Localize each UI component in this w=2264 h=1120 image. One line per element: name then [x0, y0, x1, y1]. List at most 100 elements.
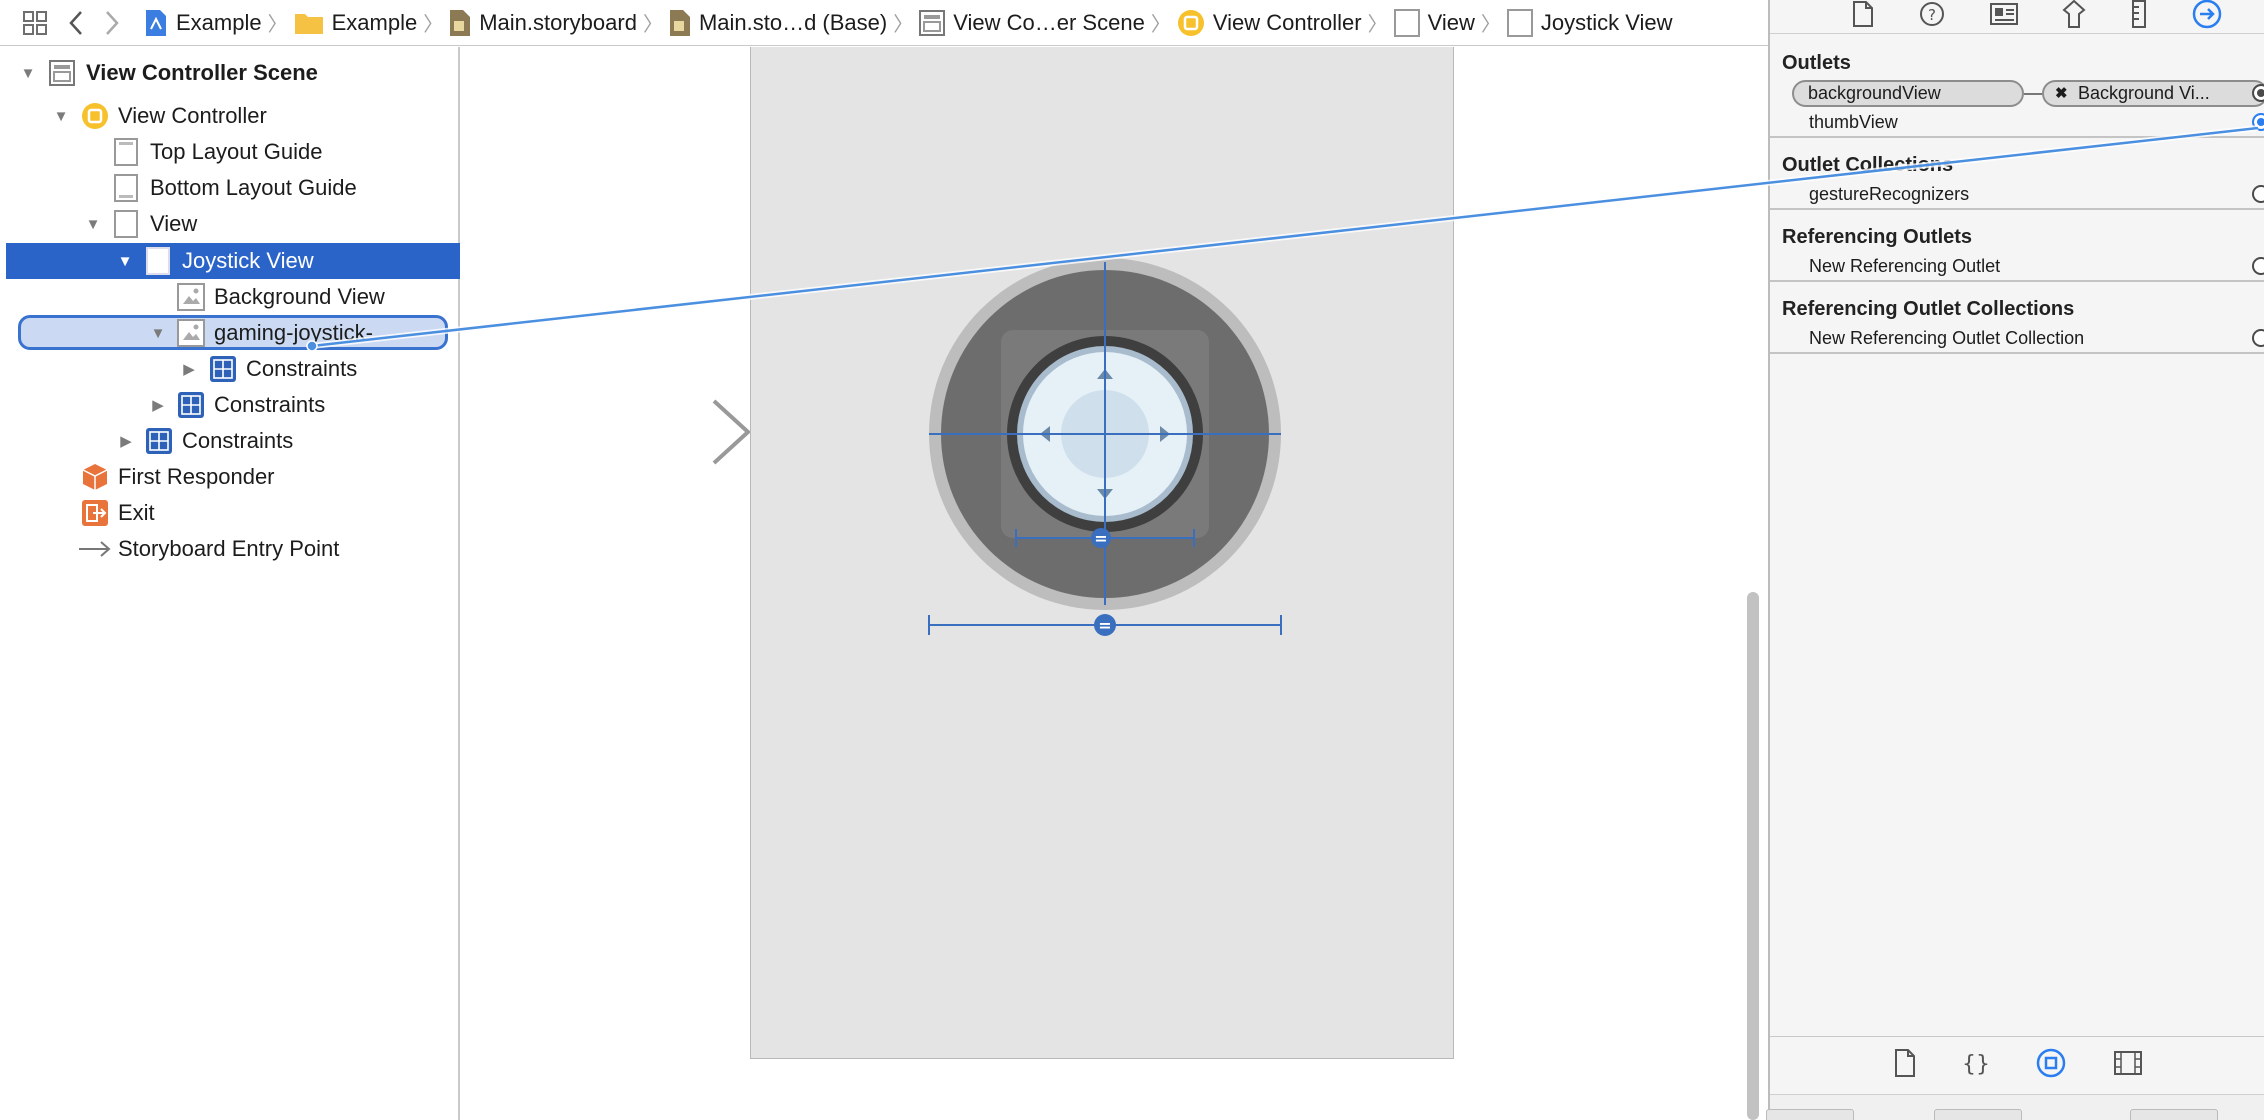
- new-referencing-outlet-row[interactable]: New Referencing Outlet: [1770, 252, 2264, 282]
- outline-item-constraints[interactable]: ▶ Constraints: [0, 387, 460, 423]
- library-item[interactable]: [1766, 1109, 1854, 1120]
- outline-item-joystick-view[interactable]: ▼ Joystick View: [6, 243, 460, 279]
- breadcrumb-label: Main.sto…d (Base): [698, 9, 888, 35]
- outline-item-first-responder[interactable]: First Responder: [0, 459, 460, 495]
- svg-text:=: =: [1098, 616, 1111, 635]
- storyboard-file-icon: [669, 9, 691, 37]
- breadcrumb-view[interactable]: View: [1393, 0, 1475, 46]
- identity-inspector-icon[interactable]: [1989, 2, 2018, 31]
- outline-label: Top Layout Guide: [150, 139, 323, 164]
- outline-item-gaming-joystick[interactable]: ▼ gaming-joystick-: [0, 315, 460, 351]
- outlet-name: New Referencing Outlet: [1809, 255, 2001, 276]
- attributes-inspector-icon[interactable]: [2062, 0, 2086, 33]
- outline-label: First Responder: [118, 464, 275, 489]
- disclosure-open-icon[interactable]: ▼: [85, 216, 101, 233]
- breadcrumb-scene[interactable]: View Co…er Scene: [919, 0, 1145, 46]
- quick-help-icon[interactable]: ?: [1919, 1, 1945, 32]
- breadcrumb-project[interactable]: Example: [144, 0, 262, 46]
- entry-point-arrow[interactable]: [562, 397, 752, 467]
- chevron-right-icon: 〉: [423, 14, 444, 36]
- breadcrumb-label: View Controller: [1212, 9, 1362, 35]
- remove-connection-icon[interactable]: ✖: [2055, 84, 2068, 102]
- view-icon: [144, 247, 172, 275]
- folder-icon: [294, 11, 324, 35]
- outlet-row-gesture-recognizers[interactable]: gestureRecognizers: [1770, 180, 2264, 210]
- view-icon: [1506, 8, 1533, 37]
- connected-circle-icon[interactable]: [2252, 84, 2264, 102]
- outline-item-top-layout-guide[interactable]: Top Layout Guide: [0, 134, 460, 170]
- outlet-row-thumb-view[interactable]: thumbView: [1770, 108, 2264, 138]
- breadcrumb-joystick-view[interactable]: Joystick View: [1506, 0, 1673, 46]
- forward-icon[interactable]: [94, 0, 130, 46]
- canvas-scrollbar[interactable]: [1747, 592, 1759, 1120]
- breadcrumb-view-controller[interactable]: View Controller: [1177, 0, 1362, 46]
- image-view-icon: [177, 319, 205, 347]
- outline-item-entry-point[interactable]: Storyboard Entry Point: [0, 531, 460, 567]
- outline-item-view[interactable]: ▼ View: [0, 206, 460, 242]
- file-template-library-icon[interactable]: [1894, 1049, 1916, 1082]
- disclosure-open-icon[interactable]: ▼: [150, 325, 166, 342]
- outlet-name: New Referencing Outlet Collection: [1809, 327, 2085, 348]
- joystick-view[interactable]: = =: [751, 47, 1455, 1059]
- disclosure-closed-icon[interactable]: ▶: [181, 361, 197, 378]
- object-library-icon[interactable]: [2036, 1048, 2066, 1083]
- disclosure-closed-icon[interactable]: ▶: [150, 397, 166, 414]
- exit-icon: [81, 499, 109, 527]
- related-items-icon[interactable]: [12, 0, 58, 46]
- breadcrumb-label: Main.storyboard: [479, 9, 637, 35]
- chevron-right-icon: 〉: [1480, 14, 1501, 36]
- outlet-name: gestureRecognizers: [1809, 183, 1970, 204]
- outline-item-view-controller[interactable]: ▼ View Controller: [0, 98, 460, 134]
- empty-circle-icon[interactable]: [2252, 185, 2264, 203]
- back-icon[interactable]: [58, 0, 94, 46]
- breadcrumb-group[interactable]: Example: [294, 0, 417, 46]
- chevron-right-icon: 〉: [1150, 14, 1171, 36]
- jump-bar: Example 〉 Example 〉 Main.storyboard 〉 Ma…: [0, 0, 1768, 46]
- outline-label: Constraints: [246, 356, 358, 381]
- outlet-name: backgroundView: [1808, 82, 1941, 103]
- outline-label: Bottom Layout Guide: [150, 175, 357, 200]
- first-responder-icon: [81, 463, 109, 491]
- svg-text:?: ?: [1928, 6, 1936, 24]
- outlet-collections-header: Outlet Collections: [1782, 153, 1954, 176]
- outline-item-constraints[interactable]: ▶ Constraints: [0, 423, 460, 459]
- empty-circle-icon[interactable]: [2252, 329, 2264, 347]
- disclosure-open-icon[interactable]: ▼: [53, 108, 69, 125]
- outline-label: Storyboard Entry Point: [118, 536, 340, 561]
- library-item[interactable]: [1934, 1109, 2022, 1120]
- connections-inspector-icon[interactable]: [2192, 0, 2222, 34]
- disclosure-closed-icon[interactable]: ▶: [118, 433, 134, 450]
- outline-item-constraints[interactable]: ▶ Constraints: [0, 351, 460, 387]
- code-snippet-library-icon[interactable]: {}: [1962, 1049, 1990, 1082]
- empty-circle-icon[interactable]: [2252, 257, 2264, 275]
- outline-label: Exit: [118, 500, 155, 525]
- disclosure-open-icon[interactable]: ▼: [20, 65, 36, 82]
- outlet-name: thumbView: [1809, 111, 1898, 132]
- outline-label: Constraints: [214, 392, 326, 417]
- storyboard-canvas[interactable]: = =: [462, 47, 1768, 1120]
- svg-text:=: =: [1094, 529, 1107, 548]
- outline-item-background-view[interactable]: Background View: [0, 279, 460, 315]
- connecting-circle-icon[interactable]: [2252, 113, 2264, 131]
- outline-item-bottom-layout-guide[interactable]: Bottom Layout Guide: [0, 170, 460, 206]
- outline-item-scene[interactable]: ▼ View Controller Scene: [0, 55, 460, 91]
- size-inspector-icon[interactable]: [2131, 0, 2147, 33]
- outline-label: View Controller: [118, 103, 267, 128]
- xcode-project-icon: [144, 9, 168, 37]
- chevron-right-icon: 〉: [893, 14, 914, 36]
- breadcrumb-storyboard-base[interactable]: Main.sto…d (Base): [669, 0, 887, 46]
- outline-item-exit[interactable]: Exit: [0, 495, 460, 531]
- file-inspector-icon[interactable]: [1852, 1, 1874, 32]
- inspector-tabs: ?: [1770, 0, 2264, 34]
- library-item[interactable]: [2130, 1109, 2218, 1120]
- outlet-row-background-view[interactable]: backgroundView ✖ Background Vi...: [1770, 78, 2264, 108]
- outline-label: Constraints: [182, 428, 294, 453]
- view-controller-canvas[interactable]: = =: [750, 47, 1454, 1059]
- breadcrumb-label: View Co…er Scene: [953, 9, 1145, 35]
- breadcrumb-storyboard[interactable]: Main.storyboard: [449, 0, 637, 46]
- disclosure-open-icon[interactable]: ▼: [117, 253, 133, 270]
- media-library-icon[interactable]: [2114, 1051, 2142, 1080]
- outline-label[interactable]: gaming-joystick-: [214, 320, 373, 346]
- new-referencing-collection-row[interactable]: New Referencing Outlet Collection: [1770, 324, 2264, 354]
- svg-text:{}: {}: [1964, 1052, 1988, 1077]
